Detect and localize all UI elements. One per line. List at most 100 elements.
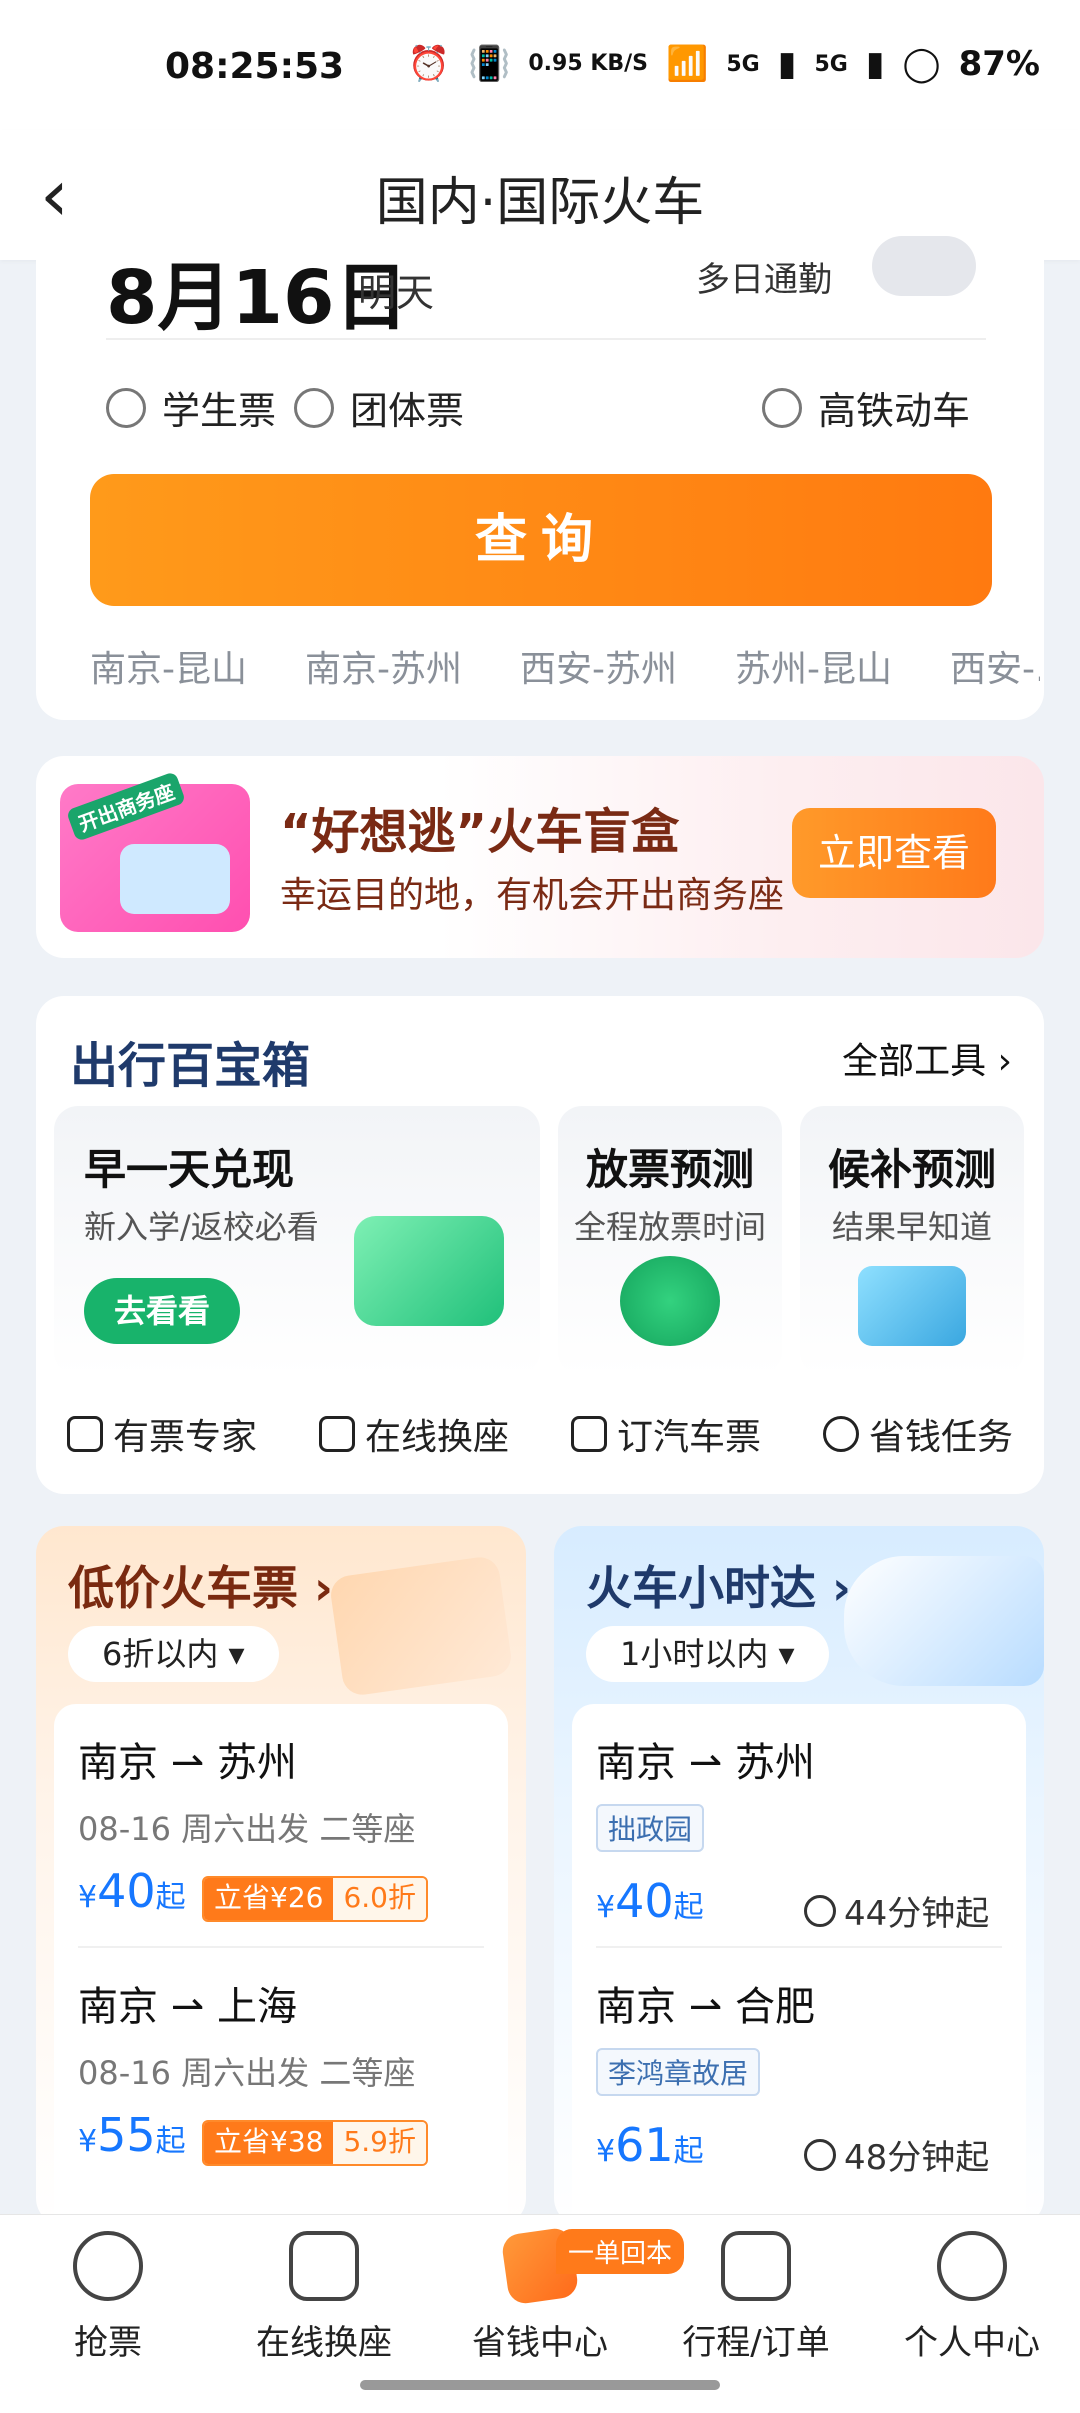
status-icons: ⏰ 📳 0.95 KB/S 📶 5G ▮ 5G ▮ ◯ 87% [408, 44, 1040, 84]
option-group[interactable]: 团体票 [294, 380, 464, 435]
duration: 44分钟起 [804, 1886, 989, 1935]
tool-change-seat[interactable]: 在线换座 [318, 1408, 509, 1460]
gift-box-icon: 开出商务座 [60, 771, 250, 932]
saving-badge: 一单回本 [556, 2229, 685, 2274]
low-price-title[interactable]: 低价火车票 › [68, 1552, 333, 1618]
tool-label: 在线换座 [364, 1417, 509, 1458]
duration-filter[interactable]: 1小时以内 ▾ [586, 1626, 829, 1682]
train-clock-icon [844, 1556, 1044, 1686]
discount-ticket-icon [328, 1554, 514, 1698]
history-item[interactable]: 南京-昆山 [90, 640, 247, 700]
tab-grab-ticket[interactable]: 抢票 [0, 2231, 216, 2364]
save-badge: 立省¥38 5.9折 [202, 2120, 428, 2166]
scenic-tag: 李鸿章故居 [596, 2048, 761, 2096]
status-bar: 08:25:53 ⏰ 📳 0.95 KB/S 📶 5G ▮ 5G ▮ ◯ 87% [0, 0, 1080, 130]
tab-label: 省钱中心 [472, 2323, 608, 2363]
vibrate-icon: 📳 [468, 44, 511, 84]
duration: 48分钟起 [804, 2130, 989, 2179]
option-highspeed[interactable]: 高铁动车 [762, 380, 970, 435]
discount-filter[interactable]: 6折以内 ▾ [68, 1626, 279, 1682]
alarm-icon: ⏰ [407, 44, 451, 84]
radio-icon [294, 387, 334, 428]
search-card: 8月16日 明天 多日通勤 学生票 团体票 高铁动车 查询 南京-昆山 南京-苏… [36, 236, 1044, 720]
fast-train-title[interactable]: 火车小时达 › [586, 1552, 851, 1618]
clock-icon [804, 1894, 836, 1927]
clock-icon [804, 2138, 836, 2171]
multi-day-label: 多日通勤 [696, 260, 832, 300]
divider [106, 338, 986, 340]
travel-date-sub: 明天 [358, 271, 435, 315]
home-indicator[interactable] [360, 2380, 720, 2390]
view-now-button[interactable]: 立即查看 [792, 808, 996, 898]
route: 南京 ⇀ 苏州 [78, 1740, 297, 1786]
tool-label: 有票专家 [112, 1417, 257, 1458]
query-button[interactable]: 查询 [90, 474, 992, 606]
route: 南京 ⇀ 合肥 [596, 1984, 815, 2030]
tile-sub: 结果早知道 [831, 1208, 992, 1246]
money-bag-icon [822, 1416, 859, 1452]
multi-day-toggle[interactable] [872, 236, 976, 296]
toolbox-title: 出行百宝箱 [70, 1038, 311, 1094]
tab-label: 行程/订单 [682, 2323, 830, 2363]
tile-waitlist-forecast[interactable]: 候补预测 结果早知道 [800, 1106, 1024, 1376]
radio-icon [762, 387, 802, 428]
status-time: 08:25:53 [165, 46, 345, 87]
travel-toolbox: 出行百宝箱 全部工具 › 早一天兑现 新入学/返校必看 去看看 放票预测 全程放… [36, 996, 1044, 1494]
banner-title: “好想逃”火车盲盒 [280, 804, 680, 860]
signal-b: 5G [814, 51, 848, 77]
tile-title: 放票预测 [585, 1145, 754, 1194]
blind-box-banner[interactable]: 开出商务座 “好想逃”火车盲盒 幸运目的地，有机会开出商务座 立即查看 [36, 756, 1044, 958]
signal-bars-icon: ▮ [777, 44, 797, 84]
tile-title: 早一天兑现 [84, 1145, 295, 1194]
price: ¥55起 [78, 2108, 186, 2162]
list-item[interactable]: 南京 ⇀ 上海 08-16 周六出发 二等座 ¥55起 立省¥38 5.9折 [54, 1948, 508, 2188]
tool-row: 有票专家 在线换座 订汽车票 省钱任务 [36, 1394, 1044, 1474]
go-see-button[interactable]: 去看看 [84, 1278, 240, 1344]
save-badge: 立省¥26 6.0折 [202, 1876, 428, 1922]
history-item[interactable]: 西安-... [950, 640, 1040, 700]
tool-ticket-expert[interactable]: 有票专家 [66, 1408, 257, 1460]
history-item[interactable]: 南京-苏州 [305, 640, 462, 700]
tool-saving-task[interactable]: 省钱任务 [822, 1408, 1013, 1460]
clock-ticket-icon [620, 1256, 720, 1346]
battery-ring-icon: ◯ [902, 44, 941, 84]
gift-tag: 开出商务座 [65, 771, 187, 842]
tab-profile[interactable]: 个人中心 [864, 2231, 1080, 2364]
trip-meta: 08-16 周六出发 二等座 [78, 1810, 416, 1848]
order-list-icon [721, 2231, 791, 2301]
low-price-card: 低价火车票 › 6折以内 ▾ 南京 ⇀ 苏州 08-16 周六出发 二等座 ¥4… [36, 1526, 526, 2226]
tool-label: 省钱任务 [868, 1417, 1013, 1458]
all-tools-link[interactable]: 全部工具 › [842, 1032, 1012, 1084]
option-student[interactable]: 学生票 [106, 380, 276, 435]
scenic-tag: 拙政园 [596, 1804, 705, 1852]
tool-bus-ticket[interactable]: 订汽车票 [570, 1408, 761, 1460]
ticket-icon [120, 844, 230, 914]
option-label: 学生票 [162, 389, 277, 433]
signal-bars-icon-2: ▮ [865, 44, 885, 84]
tab-label: 抢票 [74, 2323, 142, 2363]
price: ¥40起 [78, 1864, 186, 1918]
net-speed: 0.95 KB/S [528, 51, 649, 76]
history-item[interactable]: 苏州-昆山 [735, 640, 892, 700]
price: ¥40起 [596, 1874, 704, 1928]
list-item[interactable]: 南京 ⇀ 苏州 08-16 周六出发 二等座 ¥40起 立省¥26 6.0折 [54, 1704, 508, 1944]
ticket-expert-icon [66, 1416, 103, 1452]
tile-early-cash[interactable]: 早一天兑现 新入学/返校必看 去看看 [54, 1106, 540, 1376]
fast-train-card: 火车小时达 › 1小时以内 ▾ 南京 ⇀ 苏州 拙政园 ¥40起 44分钟起 南… [554, 1526, 1044, 2226]
list-item[interactable]: 南京 ⇀ 苏州 拙政园 ¥40起 44分钟起 [572, 1704, 1026, 1944]
route: 南京 ⇀ 上海 [78, 1984, 297, 2030]
history-item[interactable]: 西安-苏州 [520, 640, 677, 700]
search-history: 南京-昆山 南京-苏州 西安-苏州 苏州-昆山 西安-... [90, 640, 1040, 700]
ticket-printer-icon [354, 1216, 504, 1326]
list-item[interactable]: 南京 ⇀ 合肥 李鸿章故居 ¥61起 48分钟起 [572, 1948, 1026, 2188]
tile-title: 候补预测 [827, 1145, 996, 1194]
tab-change-seat[interactable]: 在线换座 [216, 2231, 432, 2364]
tool-label: 订汽车票 [616, 1417, 761, 1458]
stopwatch-icon [73, 2231, 143, 2301]
banner-subtitle: 幸运目的地，有机会开出商务座 [280, 875, 785, 916]
tile-release-forecast[interactable]: 放票预测 全程放票时间 [558, 1106, 782, 1376]
page-title: 国内·国际火车 [375, 173, 705, 233]
seat-icon [289, 2231, 359, 2301]
radio-icon [106, 387, 146, 428]
tile-sub: 新入学/返校必看 [84, 1208, 319, 1246]
